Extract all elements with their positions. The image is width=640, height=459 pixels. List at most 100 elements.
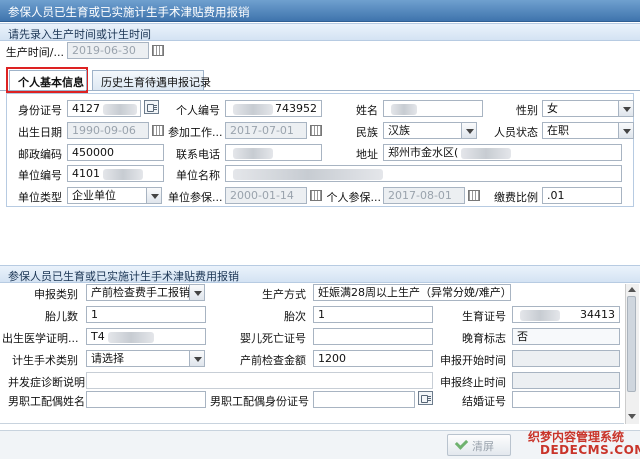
chevron-down-icon[interactable] <box>146 187 162 204</box>
claim-start-label: 申报开始时间 <box>440 354 506 367</box>
unit-type-select[interactable]: 企业单位 <box>67 187 147 204</box>
infant-death-label: 婴儿死亡证号 <box>240 332 306 345</box>
person-insured-date-label: 个人参保... <box>326 191 382 204</box>
surgery-type-select[interactable]: 请选择 <box>86 350 190 367</box>
claim-section-header: 参保人员已生育或已实施计生手术津贴费用报销 <box>0 265 640 283</box>
person-no-input[interactable]: 743952 <box>225 100 322 117</box>
work-date-input[interactable]: 2017-07-01 <box>225 122 307 139</box>
chevron-down-icon[interactable] <box>189 350 205 367</box>
unit-insured-date-label: 单位参保... <box>168 191 223 204</box>
pay-ratio-label: 缴费比例 <box>494 191 538 204</box>
phone-label: 联系电话 <box>176 148 220 161</box>
birth-date-label: 出生日期 <box>18 126 62 139</box>
phone-input[interactable] <box>225 144 322 161</box>
spouse-id-input[interactable] <box>313 391 415 408</box>
calendar-icon[interactable] <box>468 190 480 201</box>
work-date-label: 参加工作... <box>168 126 223 139</box>
spouse-name-input[interactable] <box>86 391 206 408</box>
unit-insured-date-input[interactable]: 2000-01-14 <box>225 187 307 204</box>
id-no-input[interactable]: 4127 <box>67 100 141 117</box>
prenatal-amount-input[interactable]: 1200 <box>313 350 433 367</box>
complication-label: 并发症诊断说明 <box>8 376 85 389</box>
spouse-name-label: 男职工配偶姓名 <box>8 395 85 408</box>
birth-time-label: 生产时间/... <box>5 46 64 59</box>
unit-no-input[interactable]: 4101 <box>67 165 164 182</box>
id-card-reader-icon[interactable] <box>144 100 159 114</box>
parity-label: 胎次 <box>284 310 306 323</box>
calendar-icon[interactable] <box>152 125 164 136</box>
scroll-up-icon[interactable] <box>628 287 636 292</box>
postcode-label: 邮政编码 <box>18 148 62 161</box>
birth-time-input[interactable]: 2019-06-30 <box>67 42 149 59</box>
tab-history-records[interactable]: 历史生育待遇申报记录 <box>92 70 211 90</box>
id-card-reader-icon[interactable] <box>418 391 433 405</box>
birth-permit-input[interactable]: 34413 <box>512 306 620 323</box>
late-birth-input[interactable]: 否 <box>512 328 620 345</box>
redacted-text <box>520 310 560 321</box>
watermark-line2: DEDECMS.COM <box>540 443 640 457</box>
unit-name-input[interactable] <box>225 165 622 182</box>
scrollbar-thumb[interactable] <box>627 296 636 392</box>
birth-cert-label: 出生医学证明... <box>2 332 79 345</box>
clear-button-label: 清屏 <box>472 440 494 453</box>
chevron-down-icon[interactable] <box>461 122 477 139</box>
scroll-down-icon[interactable] <box>628 414 636 419</box>
person-no-value: 743952 <box>275 102 317 115</box>
person-no-label: 个人编号 <box>176 104 220 117</box>
calendar-icon[interactable] <box>152 45 164 56</box>
surgery-type-label: 计生手术类别 <box>12 354 78 367</box>
person-insured-date-input[interactable]: 2017-08-01 <box>383 187 465 204</box>
ethnicity-label: 民族 <box>356 126 378 139</box>
unit-type-label: 单位类型 <box>18 191 62 204</box>
window-title: 参保人员已生育或已实施计生手术津贴费用报销 <box>8 5 250 19</box>
complication-input[interactable] <box>86 372 433 389</box>
claim-type-select[interactable]: 产前检查费手工报销 <box>86 284 190 301</box>
redacted-text <box>107 331 154 343</box>
birth-date-input[interactable]: 1990-09-06 <box>67 122 149 139</box>
delivery-method-label: 生产方式 <box>262 288 306 301</box>
tab-strip-line <box>0 90 640 91</box>
redacted-text <box>233 147 273 159</box>
chevron-down-icon[interactable] <box>189 284 205 301</box>
calendar-icon[interactable] <box>310 190 322 201</box>
birth-time-section-header: 请先录入生产时间或计生时间 <box>0 23 640 41</box>
chevron-down-icon[interactable] <box>618 100 634 117</box>
infant-death-input[interactable] <box>313 328 433 345</box>
section-hint: 请先录入生产时间或计生时间 <box>8 28 151 41</box>
claim-section-title: 参保人员已生育或已实施计生手术津贴费用报销 <box>8 270 239 283</box>
prenatal-amount-label: 产前检查金额 <box>240 354 306 367</box>
address-value: 郑州市金水区( <box>388 146 459 159</box>
birth-cert-input[interactable]: T4 <box>86 328 206 345</box>
gender-label: 性别 <box>516 104 538 117</box>
claim-end-input[interactable] <box>512 372 620 389</box>
address-input[interactable]: 郑州市金水区( <box>383 144 622 161</box>
id-no-label: 身份证号 <box>18 104 62 117</box>
spouse-id-label: 男职工配偶身份证号 <box>210 395 309 408</box>
redacted-text <box>103 168 143 180</box>
gender-select[interactable]: 女 <box>542 100 622 117</box>
unit-no-label: 单位编号 <box>18 169 62 182</box>
tab-personal-info[interactable]: 个人基本信息 <box>9 70 87 90</box>
parity-input[interactable]: 1 <box>313 306 433 323</box>
clear-button[interactable]: 清屏 <box>447 434 511 456</box>
status-label: 人员状态 <box>494 126 538 139</box>
redacted-text <box>103 103 137 115</box>
check-icon <box>454 436 469 450</box>
redacted-text <box>233 168 383 180</box>
pay-ratio-input[interactable]: .01 <box>542 187 622 204</box>
marriage-cert-input[interactable] <box>512 391 620 408</box>
birth-permit-label: 生育证号 <box>462 310 506 323</box>
ethnicity-select[interactable]: 汉族 <box>383 122 463 139</box>
fetus-count-input[interactable]: 1 <box>86 306 206 323</box>
claim-start-input[interactable] <box>512 350 620 367</box>
address-label: 地址 <box>356 148 378 161</box>
name-input[interactable] <box>383 100 483 117</box>
status-select[interactable]: 在职 <box>542 122 622 139</box>
delivery-method-input[interactable]: 妊娠满28周以上生产（异常分娩/难产） <box>313 284 511 301</box>
fetus-count-label: 胎儿数 <box>45 310 78 323</box>
id-no-value: 4127 <box>72 102 100 115</box>
birth-permit-value: 34413 <box>580 308 615 321</box>
calendar-icon[interactable] <box>310 125 322 136</box>
postcode-input[interactable]: 450000 <box>67 144 164 161</box>
chevron-down-icon[interactable] <box>618 122 634 139</box>
